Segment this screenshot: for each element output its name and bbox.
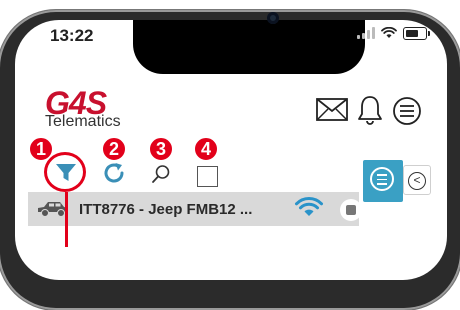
side-panel-menu-button[interactable] bbox=[363, 160, 403, 202]
chevron-left-icon: < bbox=[408, 172, 426, 190]
stop-square-icon bbox=[346, 205, 356, 215]
signal-icon bbox=[357, 27, 375, 39]
annotation-badge-4: 4 bbox=[193, 136, 219, 162]
bell-icon[interactable] bbox=[356, 94, 384, 126]
vehicle-label: ITT8776 - Jeep FMB12 ... bbox=[79, 201, 253, 218]
status-time: 13:22 bbox=[50, 26, 94, 45]
filter-icon[interactable] bbox=[55, 163, 77, 183]
notch bbox=[133, 20, 365, 74]
collapse-panel-button[interactable]: < bbox=[403, 165, 431, 195]
wifi-signal-icon bbox=[295, 197, 323, 216]
battery-icon bbox=[403, 26, 430, 40]
front-camera bbox=[267, 12, 279, 24]
annotation-badge-2: 2 bbox=[101, 136, 127, 162]
hamburger-menu-icon[interactable] bbox=[392, 96, 422, 126]
vehicle-stop-button[interactable] bbox=[340, 199, 362, 221]
g4s-logo: G4S Telematics bbox=[45, 85, 125, 135]
list-menu-icon bbox=[370, 167, 394, 191]
envelope-icon[interactable] bbox=[316, 97, 348, 123]
wifi-icon bbox=[381, 27, 397, 38]
phone-screen bbox=[15, 20, 447, 280]
annotation-pointer-line bbox=[65, 192, 68, 247]
search-icon[interactable] bbox=[151, 164, 171, 184]
logo-subtext: Telematics bbox=[45, 113, 121, 130]
vehicle-row[interactable]: ITT8776 - Jeep FMB12 ... bbox=[28, 192, 362, 226]
select-checkbox[interactable] bbox=[197, 166, 218, 187]
refresh-icon[interactable] bbox=[101, 160, 127, 186]
annotation-badge-3: 3 bbox=[148, 136, 174, 162]
status-icons bbox=[357, 25, 430, 41]
